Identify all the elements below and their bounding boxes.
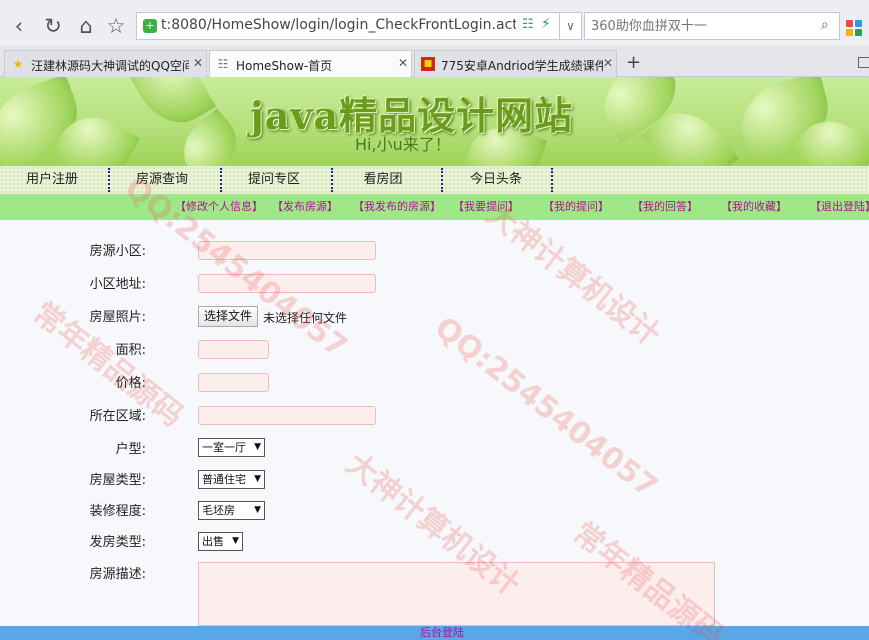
new-tab-plus-icon[interactable]: +	[626, 52, 641, 73]
address-bar[interactable]: + t:8080/HomeShow/login/login_CheckFront…	[136, 12, 560, 40]
chevron-down-icon: ▼	[232, 536, 239, 546]
nav-item-house-search[interactable]: 房源查询	[124, 166, 200, 194]
nav-separator	[551, 168, 553, 192]
search-icon[interactable]: ⌕	[821, 17, 829, 33]
price-label: 价格:	[115, 376, 146, 391]
qzone-star-icon: ★	[12, 57, 24, 71]
file-status-text: 未选择任何文件	[263, 311, 348, 325]
tab-overflow-icon[interactable]	[858, 57, 869, 68]
nav-separator	[220, 168, 222, 192]
nav-separator	[331, 168, 333, 192]
tab-title: 775安卓Andriod学生成绩课件管	[441, 59, 603, 73]
admin-login-link[interactable]: 后台登陆	[420, 626, 464, 640]
decoration-select[interactable]: 毛坯房 ▼	[198, 501, 265, 520]
decoration-label: 装修程度:	[89, 504, 146, 519]
photo-label: 房屋照片:	[89, 310, 146, 325]
address-input[interactable]	[198, 274, 376, 293]
browser-tab-active[interactable]: ☷ HomeShow-首页 ✕	[209, 50, 412, 78]
home-icon[interactable]: ⌂	[73, 13, 99, 39]
main-nav: 用户注册 房源查询 提问专区 看房团 今日头条	[0, 166, 869, 194]
star-icon[interactable]: ☆	[103, 13, 129, 39]
chevron-down-icon: ▼	[254, 442, 261, 452]
site-subtitle: Hi,小u来了！	[355, 135, 451, 154]
listing-type-select[interactable]: 出售 ▼	[198, 532, 243, 551]
house-type-select-value: 普通住宅	[202, 473, 246, 486]
description-label: 房源描述:	[89, 567, 146, 582]
layout-select[interactable]: 一室一厅 ▼	[198, 438, 265, 457]
search-box[interactable]: ⌕	[584, 12, 840, 40]
browser-menu-strip	[0, 0, 869, 8]
site-banner: java精品设计网站 Hi,小u来了！	[0, 77, 869, 166]
site-favicon-icon: ■	[421, 57, 435, 71]
subnav-publish-house[interactable]: 【发布房源】	[272, 194, 338, 220]
subnav-my-favorites[interactable]: 【我的收藏】	[721, 194, 787, 220]
browser-tab[interactable]: ★ 汪建林源码大神调试的QQ空间 [I ✕	[4, 50, 207, 77]
apps-grid-icon[interactable]	[846, 20, 862, 36]
close-icon[interactable]: ✕	[603, 56, 613, 70]
nav-item-viewing-group[interactable]: 看房团	[348, 166, 418, 194]
area-input[interactable]	[198, 340, 269, 359]
district-input[interactable]	[198, 406, 376, 425]
area-label: 面积:	[115, 343, 146, 358]
decoration-select-value: 毛坯房	[202, 504, 235, 517]
footer-bar: 后台登陆	[0, 626, 869, 640]
district-label: 所在区域:	[89, 409, 146, 424]
speed-mode-icon[interactable]: ⚡	[541, 16, 551, 32]
layout-label: 户型:	[115, 442, 146, 457]
subnav-ask-question[interactable]: 【我要提问】	[453, 194, 519, 220]
browser-tab[interactable]: ■ 775安卓Andriod学生成绩课件管 ✕	[414, 50, 617, 77]
tab-strip: ★ 汪建林源码大神调试的QQ空间 [I ✕ ☷ HomeShow-首页 ✕ ■ …	[0, 46, 869, 78]
page-icon: ☷	[217, 57, 229, 71]
community-input[interactable]	[198, 241, 376, 260]
subnav-edit-profile[interactable]: 【修改个人信息】	[175, 194, 263, 220]
nav-separator	[441, 168, 443, 192]
price-input[interactable]	[198, 373, 269, 392]
description-textarea[interactable]	[198, 562, 715, 626]
chevron-down-icon: ▼	[254, 474, 261, 484]
qr-code-icon[interactable]: ☷	[522, 17, 534, 32]
nav-item-register[interactable]: 用户注册	[14, 166, 90, 194]
subnav-logout[interactable]: 【退出登陆】	[810, 194, 869, 220]
close-icon[interactable]: ✕	[193, 56, 203, 70]
chevron-down-icon: ▼	[254, 505, 261, 515]
listing-type-label: 发房类型:	[89, 535, 146, 550]
nav-item-questions[interactable]: 提问专区	[236, 166, 312, 194]
url-text[interactable]: t:8080/HomeShow/login/login_CheckFrontLo…	[161, 17, 516, 35]
url-history-dropdown[interactable]: ∨	[560, 12, 582, 40]
back-arrow-icon[interactable]: ‹	[6, 13, 32, 39]
subnav-my-houses[interactable]: 【我发布的房源】	[353, 194, 441, 220]
tab-title: 汪建林源码大神调试的QQ空间 [I	[31, 59, 189, 73]
browser-toolbar: ‹ ↻ ⌂ ☆ + t:8080/HomeShow/login/login_Ch…	[0, 8, 869, 46]
house-type-label: 房屋类型:	[89, 473, 146, 488]
user-subnav: 【修改个人信息】 【发布房源】 【我发布的房源】 【我要提问】 【我的提问】 【…	[0, 194, 869, 220]
listing-type-select-value: 出售	[202, 535, 224, 548]
subnav-my-questions[interactable]: 【我的提问】	[543, 194, 609, 220]
house-type-select[interactable]: 普通住宅 ▼	[198, 470, 265, 489]
choose-file-button[interactable]: 选择文件	[198, 306, 258, 327]
subnav-my-answers[interactable]: 【我的回答】	[632, 194, 698, 220]
secure-site-icon: +	[143, 19, 157, 33]
nav-item-headlines[interactable]: 今日头条	[458, 166, 534, 194]
nav-separator	[108, 168, 110, 192]
address-label: 小区地址:	[89, 277, 146, 292]
tab-title: HomeShow-首页	[236, 59, 333, 73]
publish-house-form: 房源小区: 小区地址: 房屋照片: 选择文件 未选择任何文件 面积: 价格: 所…	[0, 220, 869, 626]
reload-icon[interactable]: ↻	[40, 13, 66, 39]
layout-select-value: 一室一厅	[202, 441, 246, 454]
search-input[interactable]	[591, 17, 813, 35]
close-icon[interactable]: ✕	[398, 56, 408, 70]
community-label: 房源小区:	[89, 244, 146, 259]
